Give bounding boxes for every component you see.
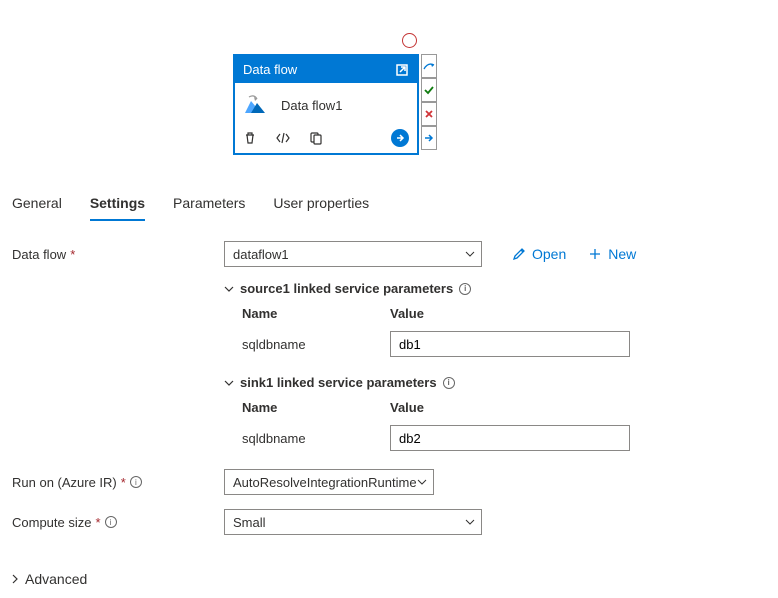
open-button[interactable]: Open — [512, 246, 566, 262]
dataflow-label: Data flow * — [12, 247, 224, 262]
pencil-icon — [512, 247, 526, 261]
tab-bar: General Settings Parameters User propert… — [0, 185, 778, 221]
plus-icon — [588, 247, 602, 261]
on-skip-handle[interactable] — [421, 54, 437, 78]
advanced-toggle[interactable]: Advanced — [0, 561, 778, 597]
dataflow-icon — [243, 93, 271, 117]
source-col-name: Name — [224, 306, 390, 321]
runon-label: Run on (Azure IR) * i — [12, 475, 224, 490]
annotation-circle — [402, 33, 417, 48]
compute-select[interactable]: Small — [224, 509, 482, 535]
activity-type-label: Data flow — [243, 62, 297, 77]
dataflow-activity-card[interactable]: Data flow Data flow1 — [233, 54, 419, 155]
info-icon[interactable]: i — [130, 476, 142, 488]
dataflow-select[interactable]: dataflow1 — [224, 241, 482, 267]
sink-params-block: sink1 linked service parameters i Name V… — [224, 375, 766, 451]
pipeline-canvas: Data flow Data flow1 — [0, 0, 778, 185]
code-icon[interactable] — [275, 131, 291, 145]
on-completion-handle[interactable] — [421, 126, 437, 150]
settings-form: Data flow * dataflow1 Open New source1 l… — [0, 221, 778, 561]
arrow-right-circle-icon[interactable] — [391, 129, 409, 147]
sink-col-value: Value — [390, 400, 424, 415]
activity-body: Data flow1 — [235, 83, 417, 123]
tab-user-properties[interactable]: User properties — [273, 195, 369, 221]
info-icon[interactable]: i — [105, 516, 117, 528]
sink-param-name: sqldbname — [224, 431, 390, 446]
on-success-handle[interactable] — [421, 78, 437, 102]
chevron-down-icon — [465, 251, 475, 257]
info-icon[interactable]: i — [459, 283, 471, 295]
tab-general[interactable]: General — [12, 195, 62, 221]
info-icon[interactable]: i — [443, 377, 455, 389]
new-button[interactable]: New — [588, 246, 636, 262]
source-params-block: source1 linked service parameters i Name… — [224, 281, 766, 357]
chevron-down-icon — [224, 380, 234, 386]
source-param-name: sqldbname — [224, 337, 390, 352]
tab-settings[interactable]: Settings — [90, 195, 145, 221]
activity-footer — [235, 123, 417, 153]
on-fail-handle[interactable] — [421, 102, 437, 126]
compute-label: Compute size * i — [12, 515, 224, 530]
chevron-down-icon — [224, 286, 234, 292]
sink-param-value-input[interactable] — [390, 425, 630, 451]
chevron-down-icon — [417, 479, 427, 485]
activity-status-handles — [421, 54, 439, 150]
runon-select[interactable]: AutoResolveIntegrationRuntime — [224, 469, 434, 495]
sink-params-header[interactable]: sink1 linked service parameters i — [224, 375, 766, 390]
source-param-value-input[interactable] — [390, 331, 630, 357]
tab-parameters[interactable]: Parameters — [173, 195, 245, 221]
copy-icon[interactable] — [309, 131, 323, 145]
activity-header: Data flow — [235, 56, 417, 83]
source-col-value: Value — [390, 306, 424, 321]
popout-icon[interactable] — [395, 63, 409, 77]
delete-icon[interactable] — [243, 131, 257, 145]
activity-name[interactable]: Data flow1 — [281, 98, 342, 113]
chevron-right-icon — [12, 574, 19, 584]
source-params-header[interactable]: source1 linked service parameters i — [224, 281, 766, 296]
sink-col-name: Name — [224, 400, 390, 415]
chevron-down-icon — [465, 519, 475, 525]
